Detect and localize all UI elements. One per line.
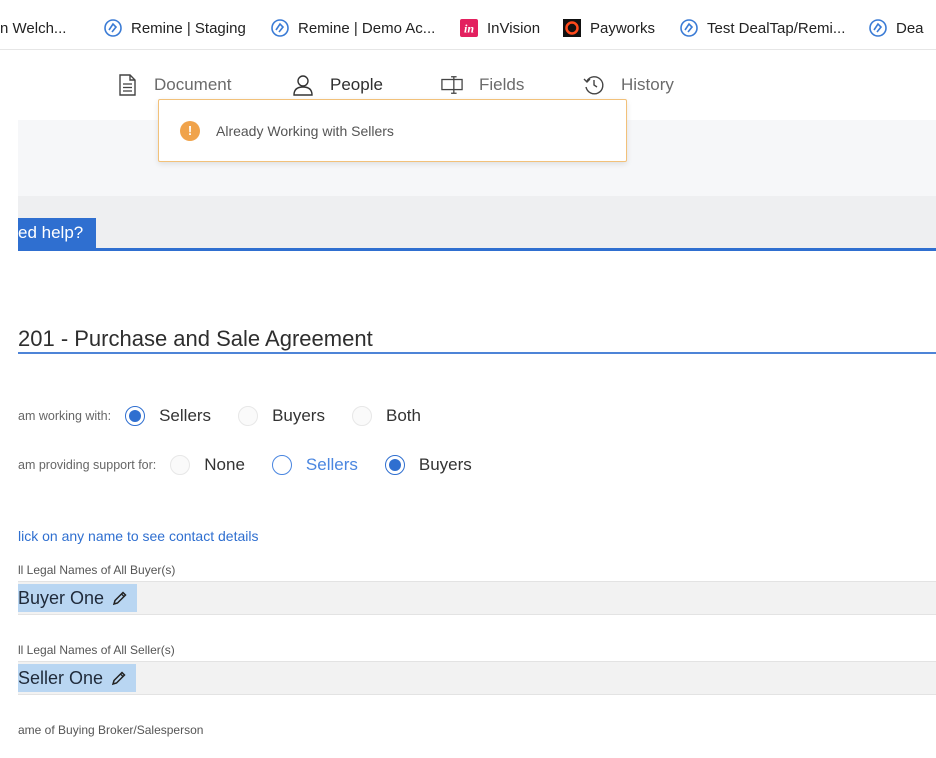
help-bar: [18, 196, 936, 248]
tab-history-label: History: [621, 75, 674, 94]
bookmark-label: Dea: [896, 19, 924, 37]
working-with-both-label[interactable]: Both: [386, 406, 421, 426]
support-none-label[interactable]: None: [204, 455, 245, 475]
providing-support-label: am providing support for:: [18, 458, 157, 472]
title-underline: [18, 352, 936, 354]
support-sellers-label[interactable]: Sellers: [306, 455, 358, 475]
sellers-field: Seller One: [18, 661, 936, 695]
warning-toast: ! Already Working with Sellers: [158, 99, 627, 162]
broker-field-label: ame of Buying Broker/Salesperson: [18, 723, 204, 737]
warning-icon: !: [180, 120, 200, 141]
svg-text:in: in: [464, 22, 474, 36]
working-with-sellers-label[interactable]: Sellers: [159, 406, 211, 426]
remine-icon: [868, 18, 888, 38]
toast-message: Already Working with Sellers: [216, 122, 394, 139]
document-icon: [116, 74, 138, 96]
bookmark-dea[interactable]: Dea: [868, 17, 924, 39]
remine-icon: [270, 18, 290, 38]
working-with-both-radio[interactable]: [351, 406, 372, 426]
fields-icon: [441, 74, 463, 96]
bookmark-label: Remine | Staging: [131, 19, 246, 37]
working-with-buyers-radio[interactable]: [238, 406, 259, 426]
contact-details-hint: lick on any name to see contact details: [18, 528, 259, 544]
buyers-field: Buyer One: [18, 581, 936, 615]
tab-people-label: People: [330, 75, 383, 94]
support-buyers-label[interactable]: Buyers: [419, 455, 472, 475]
bookmark-label: Test DealTap/Remi...: [707, 19, 846, 37]
support-sellers-radio[interactable]: [271, 455, 292, 475]
working-with-group: am working with: Sellers Buyers Both: [18, 403, 448, 429]
working-with-buyers-label[interactable]: Buyers: [272, 406, 325, 426]
history-icon: [583, 74, 605, 96]
document-title: 201 - Purchase and Sale Agreement: [18, 326, 373, 351]
pencil-icon[interactable]: [112, 590, 128, 606]
tab-document-label: Document: [154, 75, 232, 94]
bookmark-remine-staging[interactable]: Remine | Staging: [103, 17, 246, 39]
invision-icon: in: [459, 18, 479, 38]
bookmark-label: InVision: [487, 19, 541, 37]
providing-support-group: am providing support for: None Sellers B…: [18, 452, 499, 478]
person-icon: [292, 74, 314, 96]
bookmark-label: Payworks: [590, 19, 656, 37]
tab-fields-label: Fields: [479, 75, 525, 94]
bookmarks-bar: n Welch... Remine | Staging Remine | Dem…: [0, 0, 936, 50]
seller-name[interactable]: Seller One: [18, 668, 103, 689]
pencil-icon[interactable]: [111, 670, 127, 686]
remine-icon: [103, 18, 123, 38]
bookmark-remine-demo[interactable]: Remine | Demo Ac...: [270, 17, 435, 39]
working-with-label: am working with:: [18, 409, 112, 423]
support-none-radio[interactable]: [170, 455, 191, 475]
help-bar-underline: [18, 248, 936, 251]
bookmark-label: n Welch...: [0, 19, 67, 37]
bookmark-invision[interactable]: in InVision: [459, 17, 540, 39]
remine-icon: [679, 18, 699, 38]
sellers-field-label: ll Legal Names of All Seller(s): [18, 643, 175, 657]
bookmark-payworks[interactable]: Payworks: [562, 17, 655, 39]
payworks-icon: [562, 18, 582, 38]
support-buyers-radio[interactable]: [384, 455, 405, 475]
buyer-name[interactable]: Buyer One: [18, 588, 104, 609]
bookmark-label: Remine | Demo Ac...: [298, 19, 436, 37]
tab-people[interactable]: People: [292, 72, 383, 98]
working-with-sellers-radio[interactable]: [125, 406, 146, 426]
bookmark-welch[interactable]: n Welch...: [0, 17, 66, 39]
tab-fields[interactable]: Fields: [441, 72, 524, 98]
buyers-field-label: ll Legal Names of All Buyer(s): [18, 563, 176, 577]
seller-chip[interactable]: Seller One: [18, 664, 137, 692]
buyer-chip[interactable]: Buyer One: [18, 584, 138, 612]
tab-document[interactable]: Document: [116, 72, 231, 98]
tab-history[interactable]: History: [583, 72, 674, 98]
help-tab[interactable]: ed help?: [18, 218, 96, 248]
bookmark-test-dealtap[interactable]: Test DealTap/Remi...: [679, 17, 845, 39]
